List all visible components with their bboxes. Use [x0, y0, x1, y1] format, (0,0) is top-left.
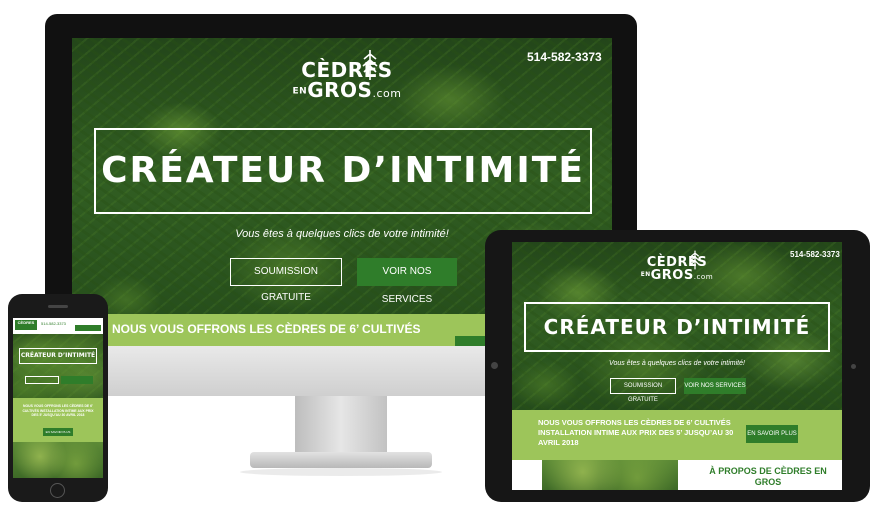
tablet-about-title: À PROPOS DE CÈDRES EN GROS [709, 466, 827, 487]
cedar-tree-icon [362, 50, 378, 80]
tablet-screen: 514-582-3373 CÈDRES ENGROS.com CRÉATEUR … [512, 242, 842, 490]
phone-home-button [50, 483, 65, 498]
monitor-shadow [240, 468, 442, 476]
phone-learn-more-button[interactable]: EN SAVOIR PLUS [43, 428, 73, 436]
logo-gros-row: ENGROS.com [277, 80, 417, 104]
phone-hero-title: CRÉATEUR D’INTIMITÉ [19, 348, 97, 364]
phone-view-services-button[interactable] [61, 376, 93, 384]
tablet-phone-number[interactable]: 514-582-3373 [790, 250, 840, 259]
phone-free-quote-button[interactable] [25, 376, 59, 384]
tablet-home-button [851, 364, 856, 369]
phone-hero: CRÉATEUR D’INTIMITÉ [13, 334, 103, 398]
phone-screen: CÈDRES 514-582-3373 CRÉATEUR D’INTIMITÉ … [13, 318, 103, 478]
view-services-button[interactable]: VOIR NOS SERVICES [357, 258, 457, 305]
monitor-base [250, 452, 432, 468]
tablet-logo-gros: GROS [650, 268, 694, 283]
tablet-logo-gros-row: ENGROS.com [632, 269, 722, 283]
header-phone-number[interactable]: 514-582-3373 [527, 50, 602, 64]
tablet-free-quote-button[interactable]: SOUMISSION GRATUITE [610, 378, 676, 403]
logo-en: EN [292, 86, 308, 97]
logo-gros: GROS [307, 78, 373, 102]
tablet-logo[interactable]: CÈDRES ENGROS.com [632, 256, 722, 283]
phone-quote-button[interactable] [75, 325, 101, 331]
logo-domain: .com [372, 87, 402, 100]
phone-mobile-number[interactable]: 514-582-3373 [41, 321, 66, 326]
monitor-stand [295, 396, 387, 456]
free-quote-button[interactable]: SOUMISSION GRATUITE [230, 258, 342, 303]
tablet-hero-title: CRÉATEUR D’INTIMITÉ [524, 302, 830, 352]
phone-speaker [48, 305, 68, 308]
tablet-logo-en: EN [640, 272, 651, 278]
hero-title: CRÉATEUR D’INTIMITÉ [94, 128, 592, 214]
tablet-hero: 514-582-3373 CÈDRES ENGROS.com CRÉATEUR … [512, 242, 842, 410]
tablet-view-services-button[interactable]: VOIR NOS SERVICES [684, 378, 746, 394]
tablet-about-image [542, 460, 678, 490]
tablet-camera [491, 362, 498, 369]
phone-about-image [13, 442, 103, 478]
hero-tagline: Vous êtes à quelques clics de votre inti… [235, 228, 449, 240]
tablet-learn-more-button[interactable]: EN SAVOIR PLUS [746, 425, 798, 443]
logo-cedres: CÈDRES [301, 58, 393, 82]
phone-header: CÈDRES 514-582-3373 [13, 318, 103, 334]
tablet-cedar-tree-icon [690, 250, 700, 270]
tablet-logo-domain: .com [693, 272, 714, 281]
tablet-tagline: Vous êtes à quelques clics de votre inti… [609, 360, 745, 367]
site-logo[interactable]: CÈDRES ENGROS.com [277, 60, 417, 104]
phone-logo[interactable]: CÈDRES [15, 320, 37, 330]
phone-logo-cedres: CÈDRES [17, 320, 35, 325]
